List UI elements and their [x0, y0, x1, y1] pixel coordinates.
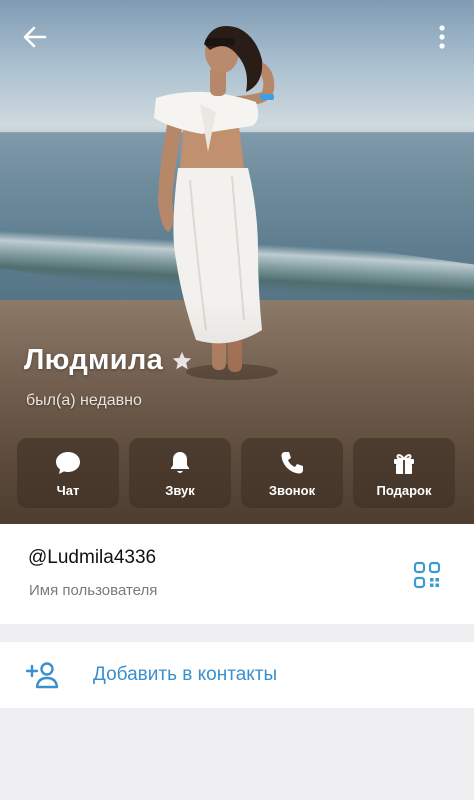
- chat-button[interactable]: Чат: [17, 438, 119, 508]
- add-contact-label: Добавить в контакты: [93, 664, 278, 685]
- add-contact-button[interactable]: Добавить в контакты: [0, 642, 474, 708]
- profile-actions: Чат Звук Звонок Подарок: [17, 438, 455, 508]
- sound-button-label: Звук: [165, 482, 195, 498]
- chat-button-label: Чат: [56, 482, 80, 498]
- premium-star-icon[interactable]: [171, 350, 193, 372]
- gift-button[interactable]: Подарок: [353, 438, 455, 508]
- phone-icon: [281, 451, 303, 473]
- username[interactable]: @Ludmila4336: [28, 547, 156, 569]
- more-vertical-icon[interactable]: [434, 24, 450, 50]
- gift-icon: [394, 453, 414, 474]
- call-button[interactable]: Звонок: [241, 438, 343, 508]
- add-person-icon: [26, 662, 59, 689]
- profile-header: Людмила был(а) недавно Чат Звук Звонок П…: [0, 0, 474, 524]
- sound-button[interactable]: Звук: [129, 438, 231, 508]
- profile-name: Людмила: [24, 344, 164, 376]
- username-card[interactable]: @Ludmila4336 Имя пользователя: [0, 524, 474, 624]
- gift-button-label: Подарок: [376, 482, 432, 498]
- username-caption: Имя пользователя: [29, 582, 158, 599]
- last-seen-status: был(а) недавно: [26, 392, 142, 409]
- call-button-label: Звонок: [268, 482, 316, 498]
- qr-code-icon[interactable]: [413, 561, 441, 589]
- bell-icon: [170, 451, 190, 473]
- chat-bubble-icon: [56, 451, 80, 474]
- profile-name-row: Людмила: [24, 344, 193, 377]
- back-arrow-icon[interactable]: [22, 24, 48, 50]
